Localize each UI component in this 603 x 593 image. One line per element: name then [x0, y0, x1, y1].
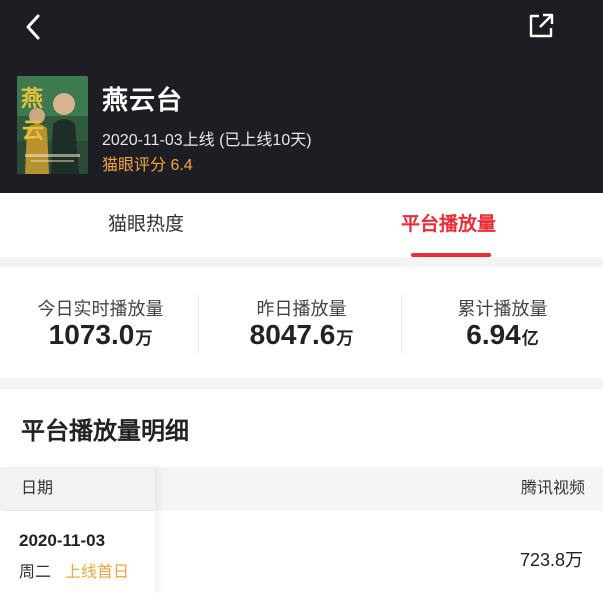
column-header-date: 日期 [0, 467, 155, 511]
active-tab-indicator [411, 253, 491, 257]
launch-day-badge: 上线首日 [65, 564, 130, 581]
row-date: 2020-11-03 [19, 531, 106, 550]
stat-yesterday: 昨日播放量 8047.6万 [201, 267, 402, 378]
table-header: 日期 腾讯视频 [0, 467, 603, 511]
table-row: 2020-11-03 周二 上线首日 723.8万 [0, 511, 603, 593]
poster-image: 燕 云 [17, 76, 88, 174]
tab-platform-views[interactable]: 平台播放量 [401, 193, 496, 257]
tab-maoyan-heat[interactable]: 猫眼热度 [108, 193, 184, 257]
stat-number: 1073.0 [48, 319, 135, 350]
release-info: 2020-11-03上线 (已上线10天) [102, 132, 312, 149]
share-button[interactable] [525, 10, 557, 42]
stat-label: 昨日播放量 [256, 299, 347, 319]
stat-cumulative: 累计播放量 6.94亿 [402, 267, 603, 378]
stat-divider [198, 295, 199, 353]
svg-text:云: 云 [22, 118, 44, 144]
stat-value: 1073.0万 [0, 319, 201, 351]
movie-poster[interactable]: 燕 云 [17, 76, 88, 174]
tab-bar: 猫眼热度 平台播放量 [0, 193, 603, 257]
stat-unit: 万 [336, 329, 354, 348]
section-title: 平台播放量明细 [21, 418, 189, 445]
share-external-icon [529, 13, 554, 38]
stats-panel: 今日实时播放量 1073.0万 昨日播放量 8047.6万 累计播放量 6.94… [0, 267, 603, 378]
stat-label: 今日实时播放量 [37, 299, 164, 319]
detail-section: 平台播放量明细 日期 腾讯视频 2020-11-03 周二 上线首日 723.8… [0, 389, 603, 593]
svg-text:燕: 燕 [21, 86, 43, 112]
stat-number: 6.94 [466, 319, 521, 350]
stat-label: 累计播放量 [457, 299, 548, 319]
stat-value: 8047.6万 [201, 319, 402, 351]
column-header-tencent-video[interactable]: 腾讯视频 [521, 467, 585, 511]
stat-value: 6.94亿 [402, 319, 603, 351]
row-value: 723.8万 [519, 550, 583, 570]
row-weekday: 周二 [19, 564, 52, 581]
stat-unit: 万 [135, 329, 153, 348]
back-button[interactable] [20, 10, 50, 44]
stat-number: 8047.6 [249, 319, 336, 350]
maoyan-rating: 猫眼评分 6.4 [102, 157, 193, 174]
stat-unit: 亿 [521, 329, 539, 348]
movie-title: 燕云台 [102, 85, 184, 115]
chevron-left-icon [26, 14, 40, 40]
row-date-cell: 2020-11-03 周二 上线首日 [0, 511, 155, 593]
stat-today-realtime: 今日实时播放量 1073.0万 [0, 267, 201, 378]
header: 燕 云 燕云台 2020-11-03上线 (已上线10天) 猫眼评分 6.4 [0, 0, 603, 193]
